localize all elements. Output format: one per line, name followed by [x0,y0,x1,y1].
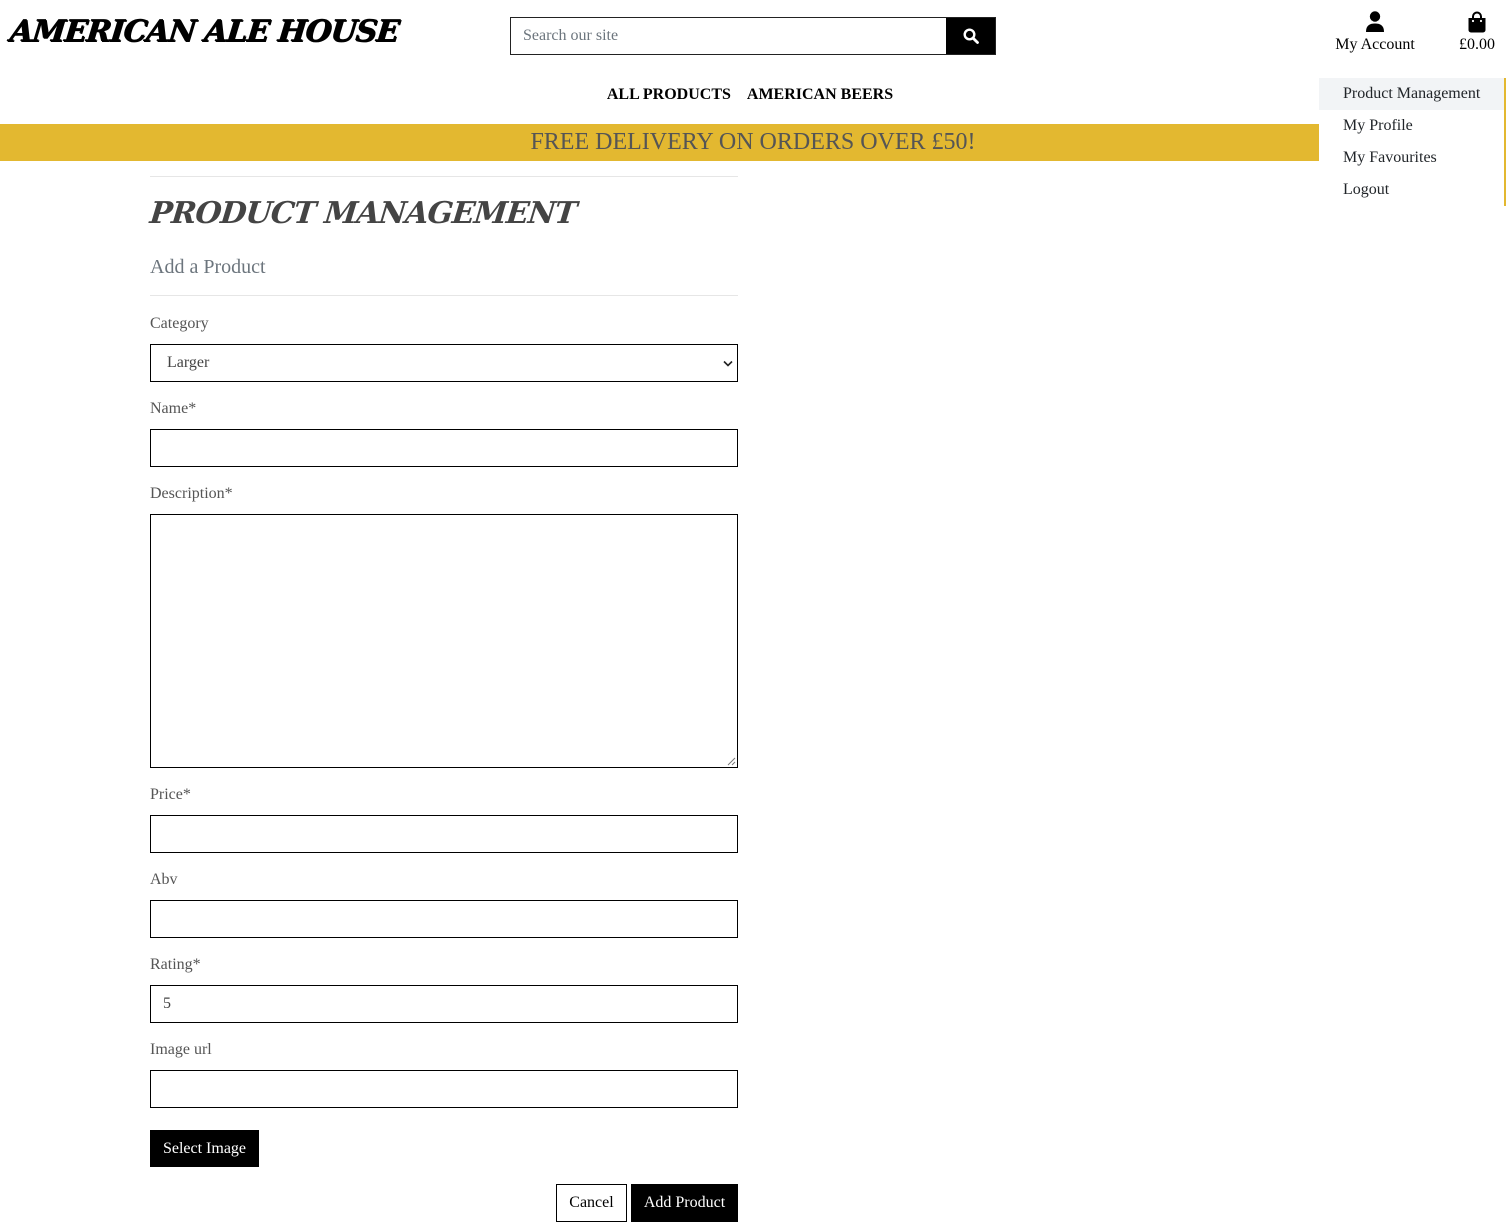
cancel-button[interactable]: Cancel [556,1184,627,1222]
image-url-label: Image url [150,1041,212,1058]
price-label: Price* [150,786,191,803]
nav-american-beers[interactable]: AMERICAN BEERS [747,86,893,104]
description-textarea[interactable] [150,514,738,768]
rating-input[interactable]: 5 [150,985,738,1023]
name-input[interactable] [150,429,738,467]
account-dropdown-menu: Product Management My Profile My Favouri… [1319,78,1506,206]
menu-item-logout[interactable]: Logout [1319,174,1504,206]
category-selected-value: Larger [167,354,210,371]
my-account-button[interactable]: My Account [1328,8,1422,54]
site-logo[interactable]: AMERICAN ALE HOUSE [8,14,400,49]
basket-button[interactable]: £0.00 [1450,8,1504,54]
resize-handle-icon[interactable] [727,757,736,766]
search-input[interactable] [511,18,946,54]
page-subtitle: Add a Product [150,256,266,278]
divider [150,176,738,177]
menu-item-my-profile[interactable]: My Profile [1319,110,1504,142]
my-account-label: My Account [1335,36,1415,53]
select-image-button[interactable]: Select Image [150,1130,259,1167]
basket-total: £0.00 [1459,36,1495,53]
user-icon [1366,11,1384,32]
description-label: Description* [150,485,233,502]
menu-item-my-favourites[interactable]: My Favourites [1319,142,1504,174]
search-icon [962,28,979,44]
shopping-bag-icon [1468,11,1486,33]
main-nav: ALL PRODUCTS AMERICAN BEERS [0,86,1506,104]
image-url-input[interactable] [150,1070,738,1108]
product-management-section: PRODUCT MANAGEMENT Add a Product Categor… [148,176,738,1108]
abv-input[interactable] [150,900,738,938]
chevron-down-icon [723,360,733,367]
nav-all-products[interactable]: ALL PRODUCTS [607,86,731,104]
search-button[interactable] [946,18,995,54]
category-select[interactable]: Larger [150,344,738,382]
name-label: Name* [150,400,197,417]
search-form [510,17,996,55]
abv-label: Abv [150,871,178,888]
category-label: Category [150,315,209,332]
rating-label: Rating* [150,956,201,973]
add-product-button[interactable]: Add Product [631,1184,738,1222]
page-title: PRODUCT MANAGEMENT [148,196,578,231]
delivery-banner: FREE DELIVERY ON ORDERS OVER £50! [0,124,1506,161]
menu-item-product-management[interactable]: Product Management [1319,78,1504,110]
price-input[interactable] [150,815,738,853]
